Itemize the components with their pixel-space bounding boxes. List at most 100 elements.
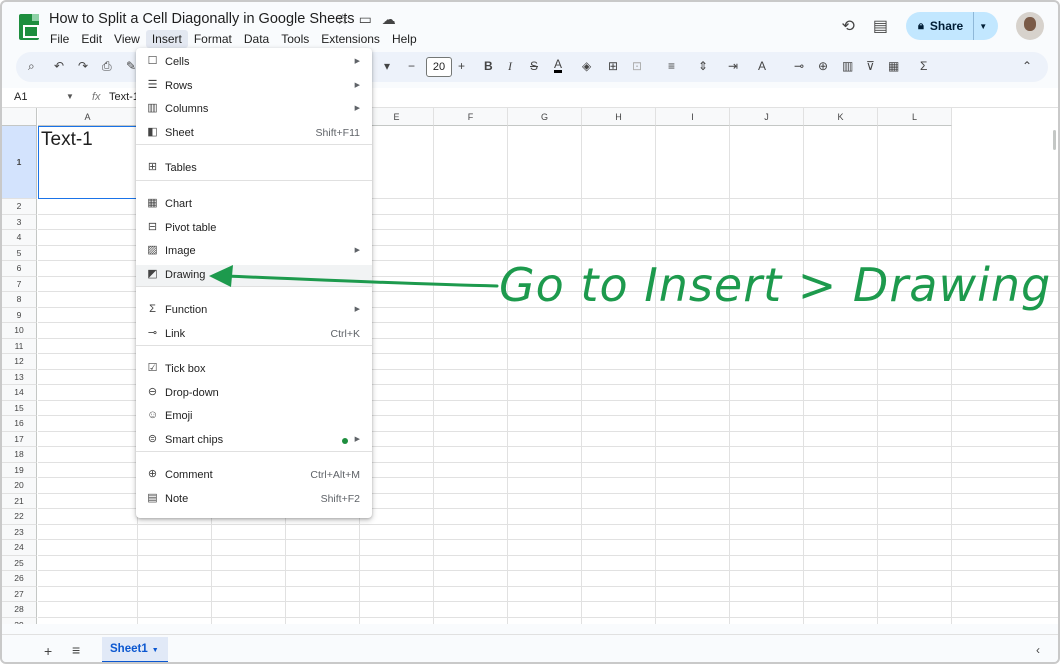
column-header-i[interactable]: I xyxy=(656,108,730,126)
vertical-scrollbar[interactable] xyxy=(1053,130,1056,150)
row-header-26[interactable]: 26 xyxy=(2,571,37,587)
sheets-logo-icon[interactable] xyxy=(19,14,39,40)
row-header-23[interactable]: 23 xyxy=(2,524,37,540)
filter-icon[interactable]: ⊽ xyxy=(866,59,875,73)
row-header-2[interactable]: 2 xyxy=(2,199,37,215)
row-header-7[interactable]: 7 xyxy=(2,276,37,292)
menu-item-smart-chips[interactable]: ⊜ Smart chips ▶ xyxy=(136,430,372,452)
sheet-tab-active[interactable]: Sheet1 ▼ xyxy=(102,637,168,662)
row-header-3[interactable]: 3 xyxy=(2,214,37,230)
merge-cells-icon[interactable]: ⊡ xyxy=(632,59,642,73)
menu-item-sheet[interactable]: ◧ Sheet Shift+F11 xyxy=(136,123,372,145)
column-header-a[interactable]: A xyxy=(38,108,138,126)
row-header-13[interactable]: 13 xyxy=(2,369,37,385)
menu-extensions[interactable]: Extensions xyxy=(315,30,386,48)
version-history-icon[interactable]: ⟲ xyxy=(841,16,854,36)
chevron-down-icon[interactable]: ▼ xyxy=(979,22,987,31)
strikethrough-icon[interactable]: S xyxy=(530,59,538,73)
increase-font-icon[interactable]: + xyxy=(458,59,465,73)
font-size-input[interactable]: 20 xyxy=(426,57,452,77)
column-header-g[interactable]: G xyxy=(508,108,582,126)
row-header-4[interactable]: 4 xyxy=(2,230,37,246)
row-header-19[interactable]: 19 xyxy=(2,462,37,478)
move-folder-icon[interactable]: ▭ xyxy=(359,11,372,28)
name-box[interactable]: A1 xyxy=(14,91,27,103)
insert-chart-icon[interactable]: ▥ xyxy=(842,59,853,73)
undo-icon[interactable]: ↶ xyxy=(54,59,64,73)
row-header-8[interactable]: 8 xyxy=(2,292,37,308)
menu-item-comment[interactable]: ⊕ Comment Ctrl+Alt+M xyxy=(136,465,372,487)
print-icon[interactable]: ⎙ xyxy=(102,59,112,74)
redo-icon[interactable]: ↷ xyxy=(78,59,88,73)
row-header-27[interactable]: 27 xyxy=(2,586,37,602)
functions-icon[interactable]: Σ xyxy=(920,59,927,73)
column-header-h[interactable]: H xyxy=(582,108,656,126)
vertical-align-icon[interactable]: ⇕ xyxy=(698,59,708,73)
chevron-down-icon[interactable]: ▼ xyxy=(66,92,74,101)
menu-item-emoji[interactable]: ☺ Emoji xyxy=(136,406,372,428)
column-header-k[interactable]: K xyxy=(804,108,878,126)
text-color-icon[interactable]: A xyxy=(554,58,563,73)
document-title[interactable]: How to Split a Cell Diagonally in Google… xyxy=(49,11,354,27)
row-header-20[interactable]: 20 xyxy=(2,478,37,494)
menu-item-function[interactable]: Σ Function ▶ xyxy=(136,300,372,322)
menu-data[interactable]: Data xyxy=(238,30,275,48)
align-left-icon[interactable]: ≡ xyxy=(668,59,675,73)
menu-help[interactable]: Help xyxy=(386,30,423,48)
menu-item-cells[interactable]: ☐ Cells ▶ xyxy=(136,52,372,74)
column-header-f[interactable]: F xyxy=(434,108,508,126)
menu-tools[interactable]: Tools xyxy=(275,30,315,48)
insert-comment-icon[interactable]: ⊕ xyxy=(818,59,828,73)
insert-link-icon[interactable]: ⊸ xyxy=(794,59,804,73)
row-header-5[interactable]: 5 xyxy=(2,245,37,261)
row-header-25[interactable]: 25 xyxy=(2,555,37,571)
column-header-j[interactable]: J xyxy=(730,108,804,126)
menu-item-columns[interactable]: ▥ Columns ▶ xyxy=(136,99,372,121)
row-header-17[interactable]: 17 xyxy=(2,431,37,447)
search-icon[interactable]: ⌕ xyxy=(28,59,35,74)
row-header-24[interactable]: 24 xyxy=(2,540,37,556)
menu-format[interactable]: Format xyxy=(188,30,238,48)
menu-file[interactable]: File xyxy=(44,30,75,48)
menu-item-image[interactable]: ▨ Image ▶ xyxy=(136,241,372,263)
row-header-10[interactable]: 10 xyxy=(2,323,37,339)
borders-icon[interactable]: ⊞ xyxy=(608,59,618,73)
row-header-14[interactable]: 14 xyxy=(2,385,37,401)
text-wrap-icon[interactable]: ⇥ xyxy=(728,59,738,73)
row-header-11[interactable]: 11 xyxy=(2,338,37,354)
menu-item-chart[interactable]: ▦ Chart xyxy=(136,194,372,216)
fill-color-icon[interactable]: ◈ xyxy=(582,59,591,73)
row-header-15[interactable]: 15 xyxy=(2,400,37,416)
menu-item-note[interactable]: ▤ Note Shift+F2 xyxy=(136,489,372,511)
row-header-1[interactable]: 1 xyxy=(2,126,37,199)
add-sheet-icon[interactable]: + xyxy=(44,643,52,659)
row-header-16[interactable]: 16 xyxy=(2,416,37,432)
row-header-22[interactable]: 22 xyxy=(2,509,37,525)
decrease-font-icon[interactable]: − xyxy=(408,59,415,73)
menu-item-rows[interactable]: ☰ Rows ▶ xyxy=(136,76,372,98)
italic-icon[interactable]: I xyxy=(508,59,512,74)
row-header-9[interactable]: 9 xyxy=(2,307,37,323)
collapse-toolbar-icon[interactable]: ⌃ xyxy=(1022,59,1032,73)
menu-insert[interactable]: Insert xyxy=(145,30,188,48)
formula-input[interactable]: Text-1 xyxy=(109,91,139,103)
menu-item-pivot-table[interactable]: ⊟ Pivot table xyxy=(136,218,372,240)
column-header-l[interactable]: L xyxy=(878,108,952,126)
share-button[interactable]: 🔒︎ Share ▼ xyxy=(906,12,998,40)
row-header-6[interactable]: 6 xyxy=(2,261,37,277)
row-header-12[interactable]: 12 xyxy=(2,354,37,370)
menu-item-drop-down[interactable]: ⊖ Drop-down xyxy=(136,383,372,405)
filter-views-icon[interactable]: ▦ xyxy=(888,59,899,73)
select-all-corner[interactable] xyxy=(2,108,37,126)
comments-icon[interactable]: ▤ xyxy=(873,16,888,36)
text-rotation-icon[interactable]: A xyxy=(758,59,766,73)
paint-format-icon[interactable]: ✎ xyxy=(126,59,136,73)
menu-edit[interactable]: Edit xyxy=(75,30,108,48)
bold-icon[interactable]: B xyxy=(484,59,493,73)
row-header-28[interactable]: 28 xyxy=(2,602,37,618)
menu-item-tick-box[interactable]: ☑ Tick box xyxy=(136,359,372,381)
menu-view[interactable]: View xyxy=(108,30,146,48)
all-sheets-icon[interactable]: ≡ xyxy=(72,642,80,658)
avatar[interactable] xyxy=(1016,12,1044,40)
menu-item-link[interactable]: ⊸ Link Ctrl+K xyxy=(136,324,372,346)
